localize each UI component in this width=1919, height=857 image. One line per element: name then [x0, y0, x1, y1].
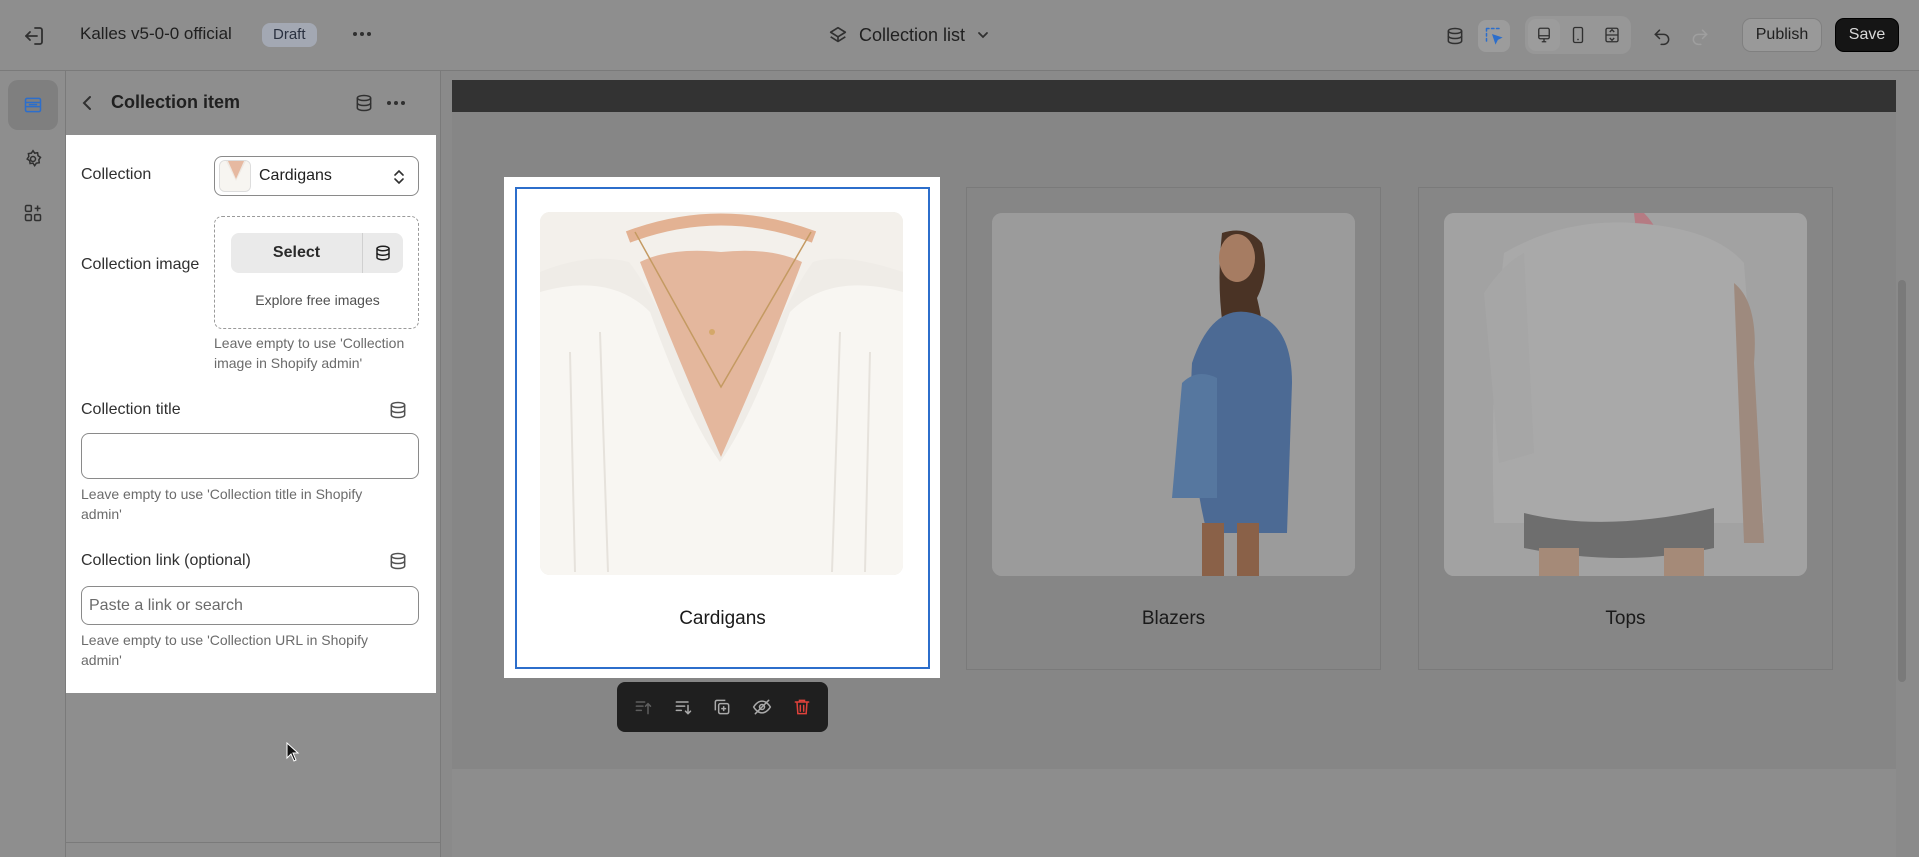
- dynamic-source-icon[interactable]: [354, 93, 374, 113]
- mobile-icon: [1572, 26, 1584, 44]
- collection-image-blazers: [992, 213, 1355, 576]
- select-cursor-icon: [1485, 27, 1503, 45]
- fullscreen-icon: [1605, 27, 1619, 43]
- collection-image-tops: [1444, 213, 1807, 576]
- rail-settings-button[interactable]: [8, 134, 58, 184]
- collection-image-label: Collection image: [81, 256, 200, 273]
- left-rail: [0, 71, 66, 857]
- mouse-cursor-icon: [286, 742, 300, 762]
- mobile-view-button[interactable]: [1562, 19, 1594, 51]
- collection-label: Collection: [81, 166, 152, 183]
- link-dynamic-source-icon[interactable]: [388, 551, 408, 571]
- collection-title-tops: Tops: [1605, 608, 1646, 629]
- template-icon: [829, 26, 847, 43]
- explore-free-images-link[interactable]: Explore free images: [215, 292, 420, 308]
- undo-button[interactable]: [1646, 20, 1678, 52]
- database-icon: [376, 245, 390, 261]
- panel-title: Collection item: [111, 92, 241, 112]
- sections-icon: [24, 97, 42, 113]
- app-embed-button[interactable]: [1439, 20, 1471, 52]
- status-badge: Draft: [262, 23, 317, 47]
- panel-footer-divider: [66, 842, 441, 843]
- save-button[interactable]: Save: [1835, 18, 1899, 52]
- collection-title-input[interactable]: [81, 433, 419, 479]
- collection-thumbnail: [219, 160, 251, 192]
- device-toggle-group: [1525, 16, 1631, 54]
- top-bar: Kalles v5-0-0 official Draft Collection …: [0, 0, 1919, 71]
- collection-title-blazers: Blazers: [1141, 608, 1206, 629]
- move-up-icon[interactable]: [633, 697, 653, 717]
- redo-icon: [1692, 29, 1708, 46]
- duplicate-icon[interactable]: [712, 697, 732, 717]
- template-selector[interactable]: Collection list: [827, 22, 991, 48]
- collection-item-settings: Collection Cardigans Collection image Se…: [66, 135, 436, 693]
- rail-sections-button[interactable]: [8, 80, 58, 130]
- collection-title-label: Collection title: [81, 401, 181, 418]
- inspector-button[interactable]: [1478, 20, 1510, 52]
- more-options-icon[interactable]: [350, 22, 374, 46]
- desktop-icon: [1538, 27, 1550, 43]
- redo-button[interactable]: [1684, 20, 1716, 52]
- apps-icon: [24, 204, 42, 222]
- chevron-down-icon: [978, 32, 988, 39]
- undo-icon: [1654, 29, 1670, 46]
- image-button-group: Select: [231, 233, 403, 273]
- title-dynamic-source-icon[interactable]: [388, 400, 408, 420]
- collection-image-picker: Select Explore free images: [214, 216, 419, 329]
- image-select-button[interactable]: Select: [231, 233, 363, 273]
- panel-header: Collection item: [66, 71, 441, 135]
- collection-link-input[interactable]: [81, 586, 419, 625]
- collection-title-help: Leave empty to use 'Collection title in …: [81, 486, 363, 522]
- collection-tile-tops[interactable]: Tops: [1418, 187, 1833, 670]
- image-dynamic-source-button[interactable]: [363, 233, 403, 273]
- move-down-icon[interactable]: [673, 697, 693, 717]
- exit-icon[interactable]: [22, 24, 46, 48]
- back-icon[interactable]: [78, 93, 98, 113]
- collection-select[interactable]: Cardigans: [214, 156, 419, 196]
- topbar-tools: [1439, 20, 1510, 52]
- store-name: Kalles v5-0-0 official: [80, 24, 232, 43]
- canvas-scrollbar[interactable]: [1898, 280, 1906, 682]
- rail-apps-button[interactable]: [8, 188, 58, 238]
- selected-block-highlight: Cardigans: [504, 177, 940, 678]
- collection-image-help: Leave empty to use 'Collection image in …: [214, 335, 405, 371]
- more-options-icon[interactable]: [384, 93, 408, 113]
- collection-link-label: Collection link (optional): [81, 552, 251, 569]
- gear-icon: [26, 149, 42, 168]
- select-chevron-icon: [394, 169, 404, 185]
- block-toolbar: [617, 682, 828, 732]
- collection-tile-cardigans[interactable]: Cardigans: [515, 187, 930, 669]
- settings-panel: Collection item Collection Cardigans Col…: [66, 71, 441, 857]
- publish-button[interactable]: Publish: [1742, 18, 1822, 52]
- fullscreen-view-button[interactable]: [1596, 19, 1628, 51]
- next-section-area: [452, 769, 1896, 857]
- collection-select-value: Cardigans: [259, 167, 332, 184]
- delete-icon[interactable]: [792, 697, 812, 717]
- collection-tile-blazers[interactable]: Blazers: [966, 187, 1381, 670]
- collection-title-cardigans: Cardigans: [679, 608, 766, 629]
- template-label: Collection list: [859, 24, 966, 45]
- collection-image-cardigans: [540, 212, 903, 575]
- collection-link-help: Leave empty to use 'Collection URL in Sh…: [81, 632, 368, 668]
- database-icon: [1447, 27, 1463, 45]
- history-tools: [1646, 20, 1716, 52]
- previous-section-strip: [452, 80, 1896, 112]
- hide-icon[interactable]: [752, 697, 772, 717]
- desktop-view-button[interactable]: [1528, 19, 1560, 51]
